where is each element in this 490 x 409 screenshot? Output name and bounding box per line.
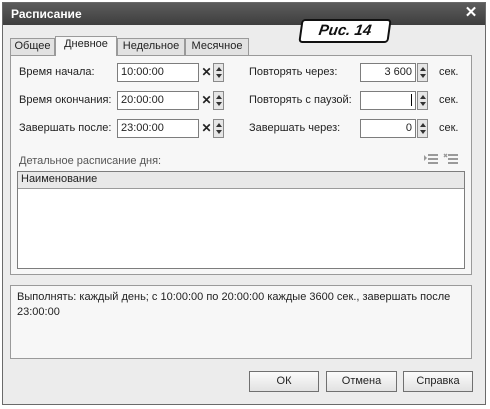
finish-after-spinner[interactable] [213,119,224,138]
detail-schedule-table[interactable]: Наименование [17,171,465,269]
fill-list-icon[interactable] [423,152,439,166]
figure-label: Рис. 14 [298,19,392,43]
start-time-spinner[interactable] [213,63,224,82]
finish-after-input[interactable]: 23:00:00 [117,119,199,138]
finish-in-spinner[interactable] [417,119,428,138]
tab-monthly[interactable]: Месячное [185,38,249,55]
schedule-summary: Выполнять: каждый день; с 10:00:00 по 20… [10,285,472,359]
repeat-every-input[interactable]: 3 600 [360,63,416,82]
column-header-name[interactable]: Наименование [18,172,464,189]
tab-weekly[interactable]: Недельное [117,38,185,55]
clear-finish-after-icon[interactable]: ✕ [200,119,213,138]
clear-end-time-icon[interactable]: ✕ [200,91,213,110]
repeat-pause-spinner[interactable] [417,91,428,110]
clear-start-time-icon[interactable]: ✕ [200,63,213,82]
cancel-button[interactable]: Отмена [326,371,397,392]
end-time-label: Время окончания: [19,94,112,106]
finish-after-label: Завершать после: [19,122,112,134]
close-icon[interactable]: ✕ [463,5,479,21]
finish-in-unit: сек. [439,122,459,134]
start-time-label: Время начала: [19,66,95,78]
end-time-input[interactable]: 20:00:00 [117,91,199,110]
repeat-pause-input[interactable] [360,91,416,110]
clear-list-icon[interactable] [443,152,459,166]
tab-general[interactable]: Общее [10,38,55,55]
title-bar: Расписание ✕ [3,3,485,25]
help-button[interactable]: Справка [403,371,473,392]
text-caret [411,94,412,106]
repeat-pause-label: Повторять с паузой: [249,94,352,106]
repeat-pause-unit: сек. [439,94,459,106]
repeat-every-spinner[interactable] [417,63,428,82]
start-time-input[interactable]: 10:00:00 [117,63,199,82]
finish-in-label: Завершать через: [249,122,341,134]
daily-panel: Время начала: 10:00:00 ✕ Время окончания… [10,55,472,275]
repeat-every-label: Повторять через: [249,66,338,78]
end-time-spinner[interactable] [213,91,224,110]
detail-schedule-label: Детальное расписание дня: [19,155,162,167]
finish-in-input[interactable]: 0 [360,119,416,138]
ok-button[interactable]: ОК [249,371,319,392]
window-title: Расписание [11,7,82,21]
repeat-every-unit: сек. [439,66,459,78]
tab-daily[interactable]: Дневное [55,36,117,56]
